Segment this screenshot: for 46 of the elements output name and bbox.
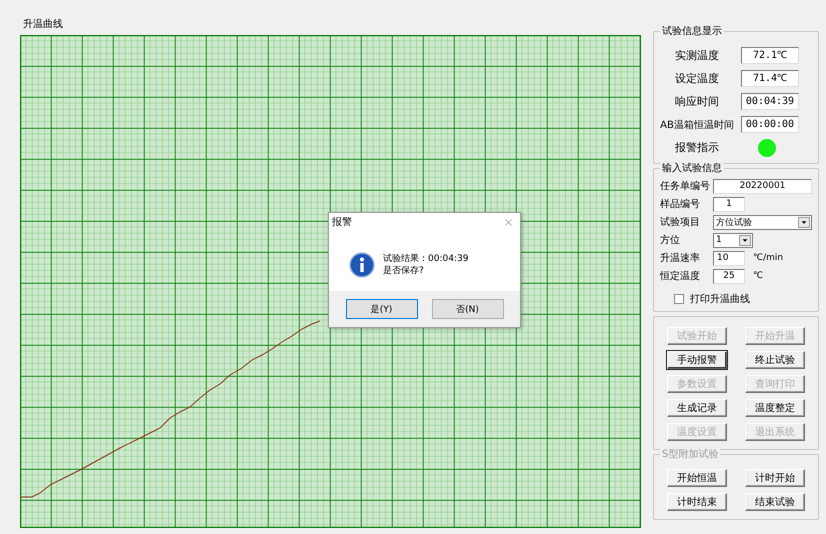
dialog-button[interactable]: 否(N) bbox=[432, 299, 504, 319]
chart-title: 升温曲线 bbox=[22, 18, 64, 32]
field-label: 恒定温度 bbox=[660, 270, 701, 283]
command-button[interactable]: 计时开始 bbox=[745, 469, 805, 487]
command-button[interactable]: 计时结束 bbox=[667, 493, 727, 511]
group-title: S型附加试验 bbox=[660, 447, 720, 461]
field-label: 实测温度 bbox=[674, 48, 720, 63]
field-label: 设定温度 bbox=[674, 71, 720, 86]
caret-icon bbox=[739, 234, 751, 246]
input-field[interactable]: 25 bbox=[713, 268, 745, 284]
checkbox-label: 打印升温曲线 bbox=[690, 292, 750, 306]
dialog-message: 试验结果：00:04:39 bbox=[383, 253, 468, 265]
checkbox[interactable] bbox=[674, 294, 684, 304]
input-field[interactable]: 20220001 bbox=[713, 178, 812, 194]
unit-label: ℃/min bbox=[753, 253, 784, 263]
input-field[interactable]: 10 bbox=[713, 250, 745, 266]
dropdown[interactable]: 方位试验 bbox=[713, 214, 812, 230]
field-label: 报警指示 bbox=[674, 140, 720, 155]
value-display: 72.1℃ bbox=[741, 47, 799, 64]
field-label: 响应时间 bbox=[674, 94, 720, 109]
group-title: 输入试验信息 bbox=[660, 161, 724, 175]
value-display: 00:00:00 bbox=[741, 116, 799, 133]
value-display: 71.4℃ bbox=[741, 70, 799, 87]
command-button[interactable]: 手动报警 bbox=[667, 351, 727, 369]
field-label: 试验项目 bbox=[660, 216, 701, 229]
field-label: 样品编号 bbox=[660, 198, 701, 211]
command-button[interactable]: 开始恒温 bbox=[667, 469, 727, 487]
command-button[interactable]: 结束试验 bbox=[745, 493, 805, 511]
dialog-title: 报警 bbox=[332, 216, 352, 229]
field-label: 方位 bbox=[660, 234, 681, 247]
caret-icon bbox=[798, 216, 810, 228]
command-button[interactable]: 生成记录 bbox=[667, 399, 727, 417]
dialog-message: 是否保存? bbox=[383, 265, 425, 277]
input-field[interactable]: 1 bbox=[713, 196, 745, 212]
info-icon bbox=[349, 252, 375, 278]
dialog-button[interactable]: 是(Y) bbox=[346, 299, 418, 319]
group-title: 试验信息显示 bbox=[660, 24, 724, 38]
dropdown[interactable]: 1 bbox=[713, 232, 753, 248]
close-icon[interactable] bbox=[503, 216, 514, 228]
command-button[interactable]: 终止试验 bbox=[745, 351, 805, 369]
unit-label: ℃ bbox=[753, 271, 764, 281]
field-label: 升温速率 bbox=[660, 252, 701, 265]
value-display: 00:04:39 bbox=[741, 93, 799, 110]
field-label: 任务单编号 bbox=[660, 180, 711, 193]
command-button[interactable]: 温度整定 bbox=[745, 399, 805, 417]
field-label: AB温箱恒温时间 bbox=[659, 118, 735, 132]
